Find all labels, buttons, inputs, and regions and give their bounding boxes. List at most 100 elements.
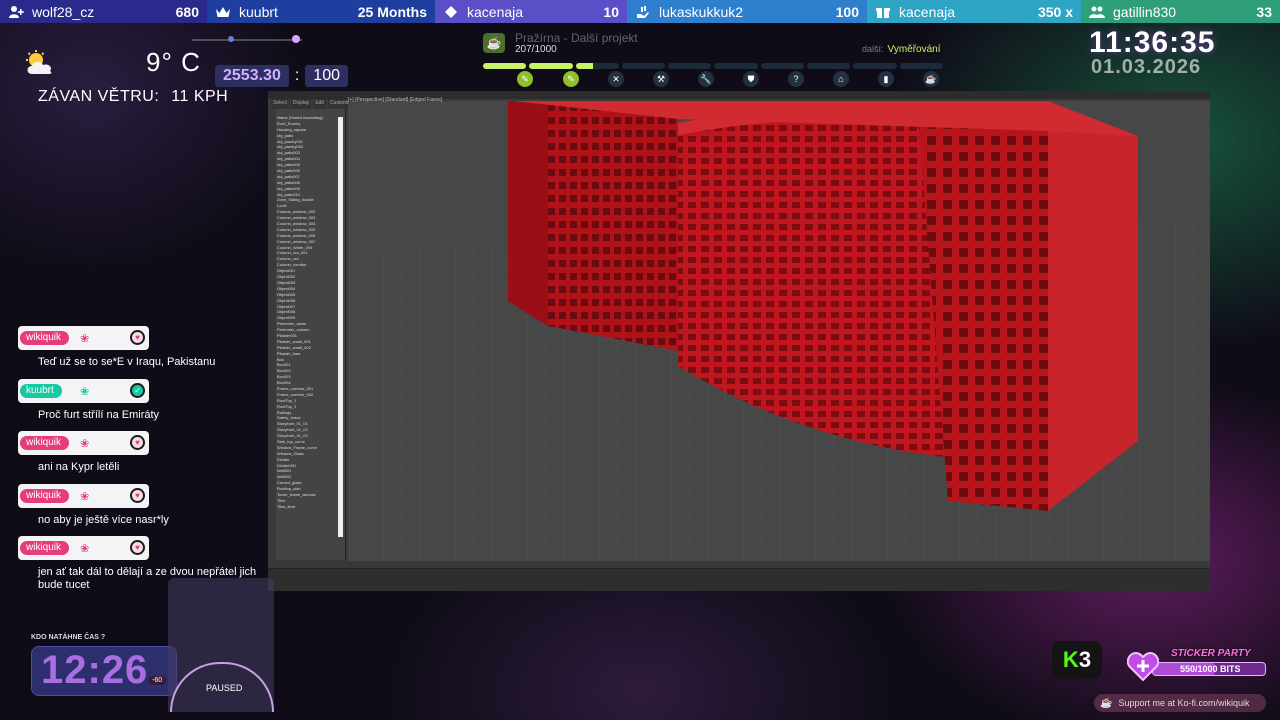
event-bar: wolf28_cz 680 kuubrt 25 Months kacenaja … [0, 0, 1280, 23]
chat-message: wikiquik ❀ ♥ no aby je ještě více nasr*ly [18, 483, 258, 537]
event-value: 100 [835, 3, 859, 20]
follower-icon [8, 4, 24, 20]
explorer-item[interactable]: Tiles_floor [277, 504, 337, 510]
event-value: 680 [175, 3, 199, 20]
project-next-value: Vyměřování [887, 44, 941, 55]
heart-badge-icon: ♥ [130, 487, 145, 503]
event-gift: kacenaja 350 x [867, 0, 1081, 23]
progress-segment [760, 63, 805, 69]
kofi-link[interactable]: ☕ Support me at Ko-fi.com/wikiquik [1094, 694, 1266, 712]
chat-panel: wikiquik ❀ ♥ Teď už se to se*E v Iraqu, Pak… [18, 326, 258, 591]
chat-header: kuubrt ❀ ✓ [18, 378, 149, 403]
heart-badge-icon: ♥ [130, 330, 145, 345]
event-subscription: kuubrt 25 Months [207, 0, 435, 23]
coffee-icon: ☕ [923, 71, 939, 87]
paused-label: PAUSED [206, 683, 243, 693]
heart-badge-icon: ♥ [130, 435, 145, 450]
progress-segment [853, 63, 897, 69]
progress-segment [668, 63, 712, 69]
paw-icon: ❀ [80, 333, 90, 345]
event-name: kuubrt [239, 3, 278, 20]
heart-icon [1126, 651, 1160, 682]
paw-icon: ❀ [80, 543, 90, 555]
perspective-viewport[interactable] [348, 101, 1210, 561]
paw-icon: ❀ [80, 385, 90, 398]
event-bits: kacenaja 10 [435, 0, 627, 23]
kofi-cup-icon: ☕ [1100, 697, 1113, 709]
event-name: lukaskukkuk2 [659, 3, 744, 20]
balance-value: 2553.30 [215, 65, 289, 87]
max-tab[interactable]: Edit [313, 99, 326, 109]
chat-text: ani na Kypr letěli [38, 461, 120, 473]
event-value: 25 Months [357, 3, 427, 20]
wind-value: 11 KPH [171, 88, 229, 105]
project-progress-bar [483, 63, 943, 69]
progress-segment [807, 63, 851, 69]
max-bottom-bar [268, 561, 1210, 591]
event-name: kacenaja [467, 3, 524, 20]
progress-segment [714, 63, 758, 69]
cross-icon: ✕ [608, 71, 624, 87]
balance-separator: : [294, 67, 300, 84]
balance-slider-track [192, 39, 302, 41]
chat-username[interactable]: kuubrt [20, 383, 62, 398]
kofi-text: Support me at Ko-fi.com/wikiquik [1118, 698, 1250, 708]
kick-number: 3 [1078, 647, 1092, 672]
home-icon: ⌂ [833, 71, 849, 87]
check-badge-icon: ✓ [130, 382, 145, 398]
progress-segment [899, 63, 943, 69]
event-value: 350 x [1037, 3, 1073, 20]
event-community: gatillin830 33 [1081, 0, 1280, 23]
max-timeline[interactable] [268, 561, 1210, 569]
project-title: Pražírna - Další projekt [515, 31, 638, 45]
gift-icon [875, 4, 891, 20]
crown-icon [215, 4, 231, 20]
paw-icon: ❀ [80, 438, 90, 450]
max-tab[interactable]: Select [271, 99, 289, 109]
chat-text: Teď už se to se*E v Iraqu, Pakistanu [38, 356, 216, 368]
project-next: další: Vyměřování [862, 44, 941, 55]
wind-label: ZÁVAN VĚTRU: [38, 88, 160, 105]
sticker-title: STICKER PARTY [1171, 648, 1251, 659]
countdown-time: 12:26 [41, 648, 149, 692]
bookmark-icon: ▮ [878, 71, 894, 87]
chat-message: wikiquik ❀ ♥ Teď už se to se*E v Iraqu, Pak… [18, 326, 258, 379]
progress-segment [621, 63, 666, 69]
max-tab[interactable]: Display [290, 99, 312, 109]
balance-widget: 2553.30 : 100 [215, 64, 348, 88]
balance-target: 100 [305, 65, 348, 87]
explorer-toolbar [268, 109, 276, 571]
project-next-label: další: [862, 44, 884, 54]
clock-time: 11:36:35 [1089, 26, 1216, 59]
coffee-icon: ☕ [483, 33, 505, 53]
event-name: gatillin830 [1113, 3, 1177, 20]
question-icon: ? [788, 71, 804, 87]
wrench-icon: 🔧 [698, 71, 714, 87]
chat-header: wikiquik ❀ ♥ [18, 326, 149, 350]
event-tip: lukaskukkuk2 100 [627, 0, 867, 23]
countdown-pill: -60 [148, 676, 167, 685]
paw-icon: ❀ [80, 490, 90, 503]
chat-username[interactable]: wikiquik [20, 331, 70, 345]
countdown-label: KDO NATÁHNE ČAS ? [31, 634, 106, 641]
viewport-label: [+] [Perspective] [Standard] [Edged Face… [348, 97, 443, 103]
chat-username[interactable]: wikiquik [20, 541, 70, 555]
hand-icon [635, 4, 651, 20]
clock-date: 01.03.2026 [1091, 56, 1202, 78]
explorer-scrollbar[interactable] [338, 117, 343, 537]
scene-explorer: Name (Sorted Ascending) Roof_Roomy Housing… [268, 109, 346, 571]
event-value: 33 [1256, 3, 1272, 20]
chat-header: wikiquik ❀ ♥ [18, 431, 149, 455]
balance-slider-dot [292, 35, 300, 43]
project-milestones: ✎ ✎ ✕ ⚒ 🔧 ⛊ ? ⌂ ▮ ☕ [517, 71, 943, 89]
pencil-icon: ✎ [563, 71, 579, 87]
screen-capture: Select Display Edit Customize Name (Sort… [268, 91, 1210, 591]
project-count: 207/1000 [515, 44, 557, 55]
max-explorer-tabs: Select Display Edit Customize [268, 99, 356, 109]
chat-username[interactable]: wikiquik [20, 488, 70, 503]
building-model [348, 101, 1210, 561]
chat-username[interactable]: wikiquik [20, 436, 70, 450]
chat-text: no aby je ještě více nasr*ly [38, 513, 169, 526]
temperature: 9° C [146, 47, 201, 77]
sticker-bits: 550/1000 BITS [1180, 664, 1241, 674]
